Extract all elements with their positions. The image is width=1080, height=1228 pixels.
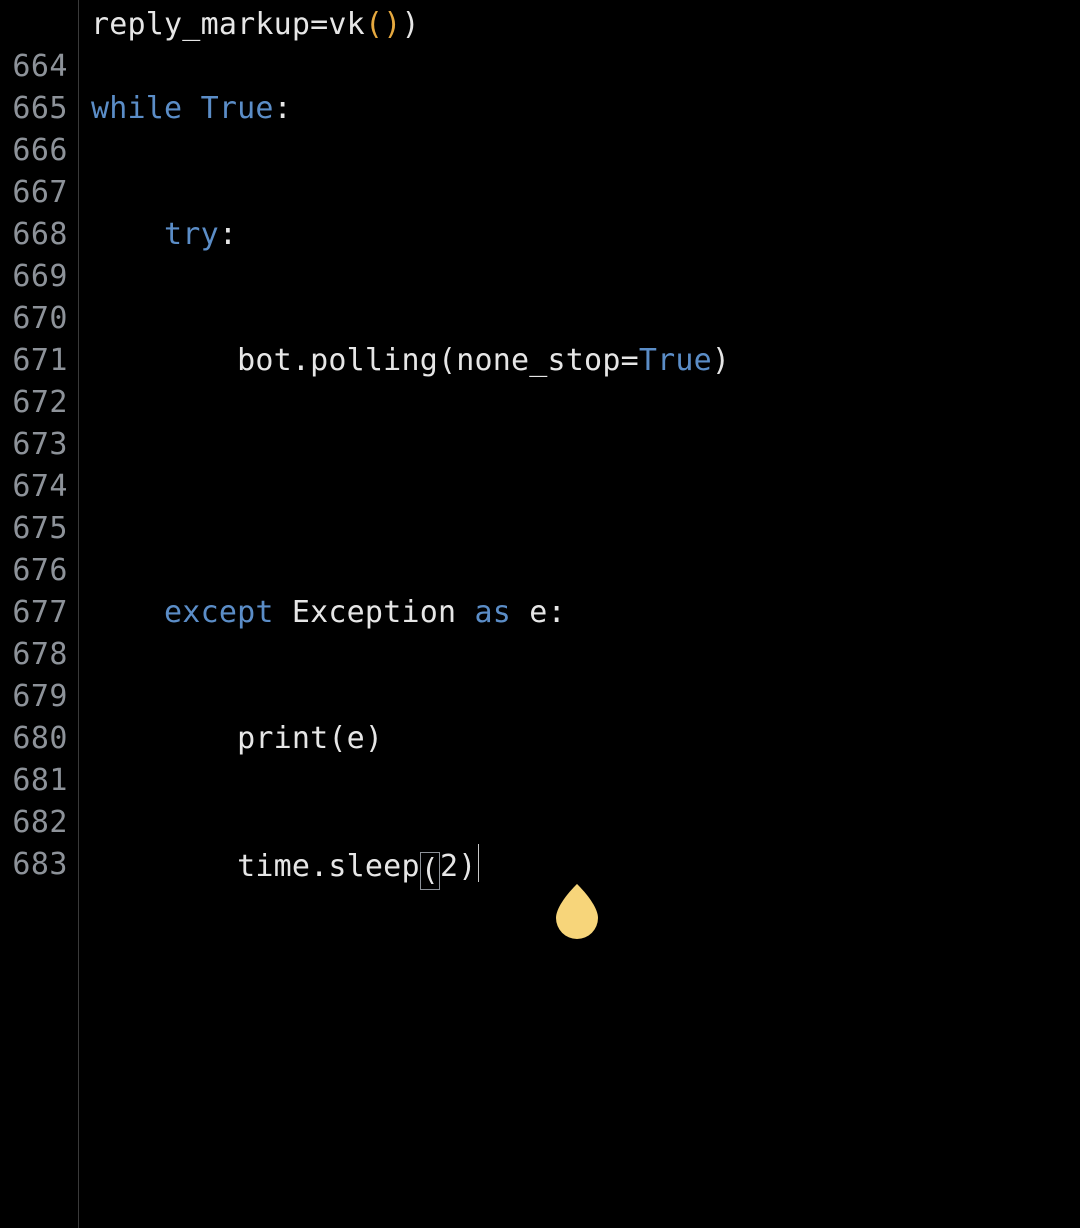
line-number: 675 [0,508,68,550]
code-token: while [91,91,182,126]
code-token: ) [401,7,419,42]
code-token: ) [383,7,401,42]
line-number [0,0,68,46]
code-line[interactable]: time.sleep(2) [91,844,1080,890]
code-token: as [475,595,512,630]
code-line[interactable] [91,130,1080,172]
text-caret [478,844,479,882]
line-number: 679 [0,676,68,718]
code-line[interactable]: reply_markup=vk()) [91,0,1080,46]
line-number: 674 [0,466,68,508]
code-line[interactable]: except Exception as e: [91,592,1080,634]
code-line[interactable] [91,424,1080,466]
line-number: 665 [0,88,68,130]
line-number: 680 [0,718,68,760]
line-number: 682 [0,802,68,844]
code-token: ) [712,343,730,378]
code-line[interactable]: bot.polling(none_stop=True) [91,340,1080,382]
line-number: 673 [0,424,68,466]
code-line[interactable]: while True: [91,88,1080,130]
line-number: 678 [0,634,68,676]
code-token: True [201,91,274,126]
line-number: 666 [0,130,68,172]
line-number: 676 [0,550,68,592]
line-number: 683 [0,844,68,886]
code-token: reply_markup=vk [91,7,365,42]
line-number: 671 [0,340,68,382]
code-line[interactable] [91,466,1080,508]
line-number: 672 [0,382,68,424]
code-area[interactable]: reply_markup=vk()) while True: try: bot.… [79,0,1080,1228]
code-line[interactable] [91,634,1080,676]
line-number: 669 [0,256,68,298]
code-token [91,595,164,630]
code-line[interactable] [91,508,1080,550]
code-token: time.sleep [91,849,420,884]
code-token: : [274,91,292,126]
code-token: print(e) [91,721,383,756]
code-line[interactable] [91,760,1080,802]
code-editor[interactable]: 6646656666676686696706716726736746756766… [0,0,1080,1228]
code-token: try [164,217,219,252]
code-line[interactable] [91,802,1080,844]
code-line[interactable] [91,172,1080,214]
code-line[interactable] [91,676,1080,718]
code-line[interactable] [91,256,1080,298]
bracket-match-box: ( [420,852,440,890]
line-number: 677 [0,592,68,634]
line-number-gutter: 6646656666676686696706716726736746756766… [0,0,79,1228]
line-number: 667 [0,172,68,214]
code-line[interactable]: print(e) [91,718,1080,760]
code-line[interactable] [91,550,1080,592]
code-line[interactable] [91,382,1080,424]
line-number: 681 [0,760,68,802]
code-token [182,91,200,126]
cursor-handle-icon[interactable] [552,884,602,942]
line-number: 668 [0,214,68,256]
code-line[interactable]: try: [91,214,1080,256]
code-token: ( [365,7,383,42]
code-token [91,217,164,252]
line-number: 670 [0,298,68,340]
code-token: 2) [440,849,477,884]
code-line[interactable] [91,46,1080,88]
code-token: : [219,217,237,252]
code-token: Exception [274,595,475,630]
code-token: bot.polling(none_stop= [91,343,639,378]
code-token: e: [511,595,566,630]
code-line[interactable] [91,298,1080,340]
code-token: True [639,343,712,378]
line-number: 664 [0,46,68,88]
code-token: except [164,595,274,630]
